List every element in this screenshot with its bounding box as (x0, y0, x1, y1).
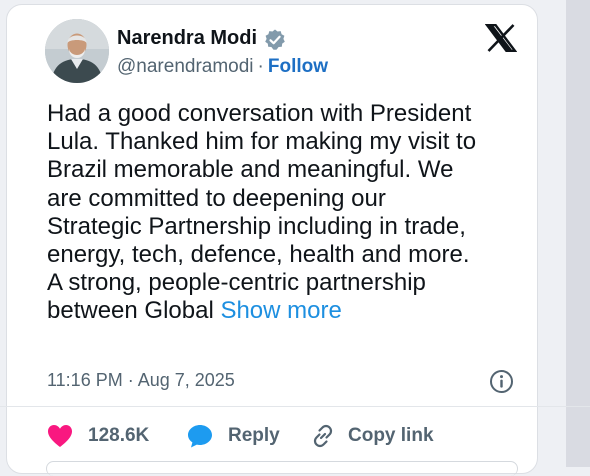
tweet-text-last-line: between Global Show more (47, 297, 527, 325)
heart-icon (48, 425, 72, 447)
avatar-image (45, 19, 109, 83)
separator-dot: · (257, 56, 264, 77)
tweet-text-line: energy, tech, defence, health and more. (47, 241, 470, 269)
tweet-text: Had a good conversation with President L… (47, 100, 527, 326)
handle-row: @narendramodi · Follow (117, 56, 328, 78)
reply-label: Reply (228, 425, 280, 446)
divider (0, 406, 590, 407)
avatar[interactable] (45, 19, 109, 83)
tweet-text-line: Strategic Partnership including in trade… (47, 212, 466, 240)
verified-badge-icon (265, 29, 285, 50)
speech-bubble-icon (188, 425, 212, 448)
tweet-text-line: Had a good conversation with President (47, 100, 472, 127)
author-name[interactable]: Narendra Modi (117, 27, 257, 50)
follow-button[interactable]: Follow (268, 56, 328, 77)
tweet-text-line: between Global (47, 297, 214, 325)
show-more-link[interactable]: Show more (220, 297, 341, 324)
copy-link-button[interactable]: Copy link (310, 422, 434, 450)
info-icon[interactable] (489, 369, 514, 394)
author-handle[interactable]: @narendramodi (117, 56, 254, 77)
tweet-text-line: A strong, people-centric partnership (47, 269, 426, 297)
reply-button[interactable]: Reply (186, 422, 280, 450)
read-replies-button[interactable] (46, 461, 518, 476)
tweet-text-line: are committed to deepening our (47, 184, 386, 212)
tweet-text-line: Lula. Thanked him for making my visit to (47, 128, 477, 156)
background-strip (566, 0, 590, 467)
tweet-text-line: Brazil memorable and meaningful. We (47, 156, 454, 184)
x-logo-icon[interactable] (485, 24, 517, 52)
link-icon (313, 424, 333, 448)
timestamp[interactable]: 11:16 PM · Aug 7, 2025 (47, 370, 235, 391)
copy-link-label: Copy link (348, 425, 434, 446)
like-count: 128.6K (88, 425, 150, 446)
like-button[interactable]: 128.6K (46, 422, 149, 450)
